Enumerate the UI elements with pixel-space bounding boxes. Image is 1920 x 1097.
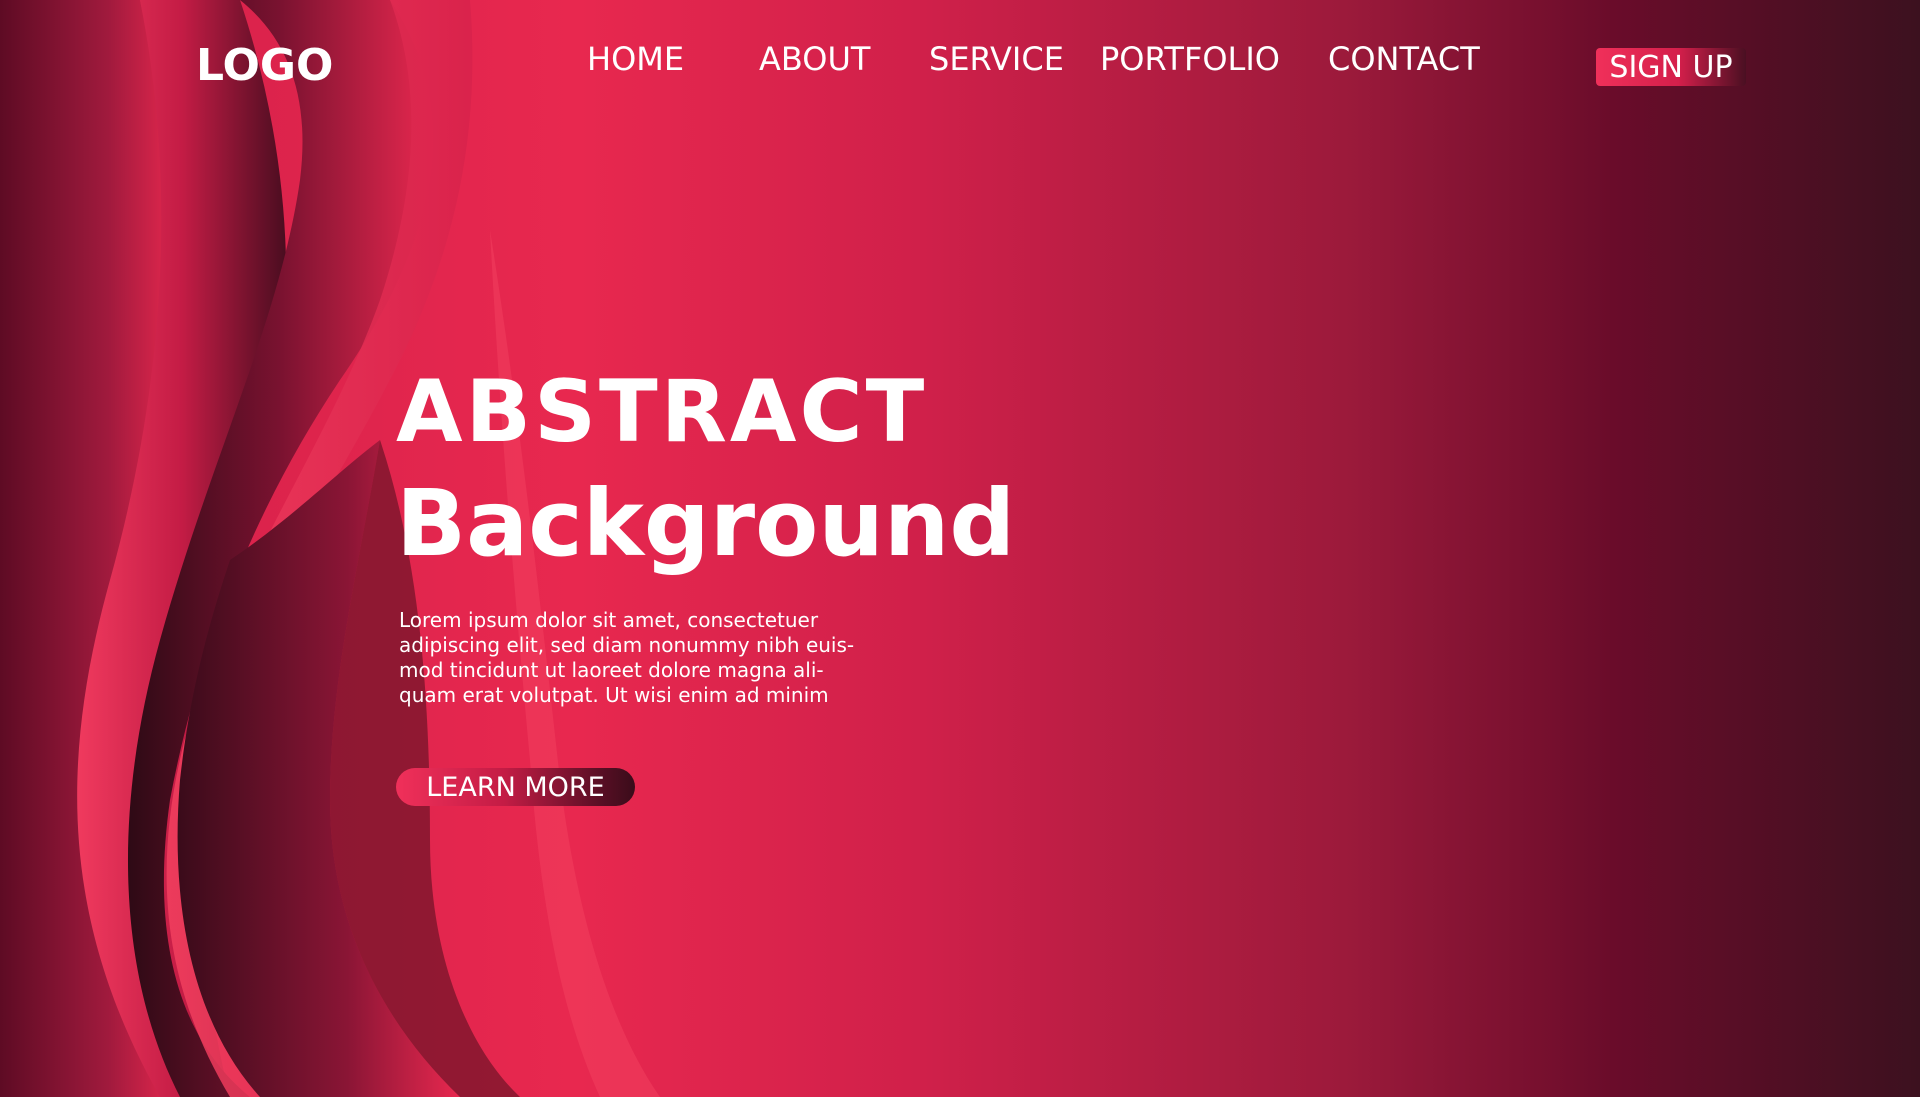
hero-description-line: adipiscing elit, sed diam nonummy nibh e…: [399, 633, 855, 657]
learn-more-button[interactable]: LEARN MORE: [396, 768, 635, 806]
nav-portfolio[interactable]: PORTFOLIO: [1100, 40, 1280, 78]
sign-up-button[interactable]: SIGN UP: [1596, 48, 1746, 86]
hero-description-line: Lorem ipsum dolor sit amet, consectetuer: [399, 608, 819, 632]
hero-title-line-1: ABSTRACT: [396, 362, 928, 462]
nav-home[interactable]: HOME: [587, 40, 684, 78]
nav-service[interactable]: SERVICE: [929, 40, 1064, 78]
nav-contact[interactable]: CONTACT: [1328, 40, 1480, 78]
nav-about[interactable]: ABOUT: [759, 40, 870, 78]
hero-description-line: mod tincidunt ut laoreet dolore magna al…: [399, 658, 824, 682]
hero-description: Lorem ipsum dolor sit amet, consectetuer…: [399, 608, 899, 708]
hero-description-line: quam erat volutpat. Ut wisi enim ad mini…: [399, 683, 829, 707]
hero-title-line-2: Background: [396, 470, 1016, 577]
